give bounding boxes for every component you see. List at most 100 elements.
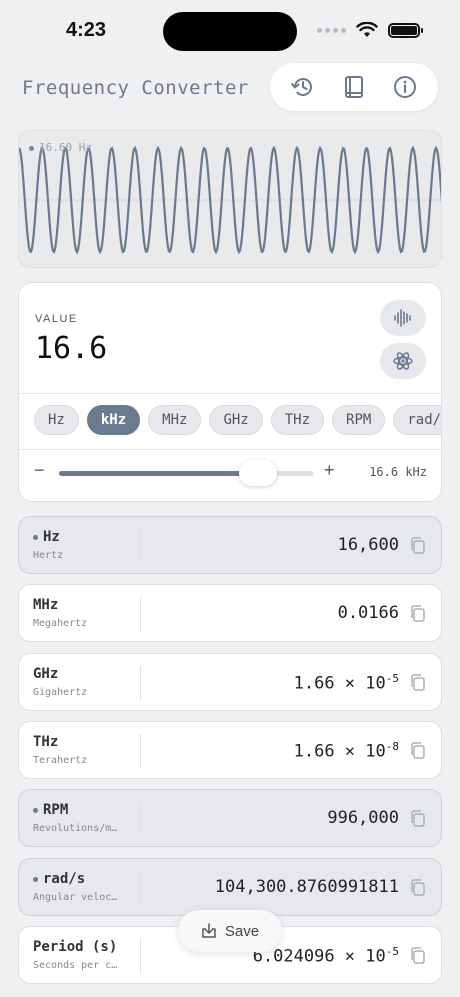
converted-value: 104,300.8760991811 xyxy=(215,877,399,897)
converted-value: 6.024096 × 10-5 xyxy=(253,945,399,967)
value-slider-row: − + 16.6 kHz xyxy=(19,451,441,501)
unit-description: Megahertz xyxy=(33,618,88,629)
result-row[interactable]: MHz Megahertz 0.0166 xyxy=(18,584,442,642)
unit-chip[interactable]: GHz xyxy=(209,405,263,435)
slider-thumb[interactable] xyxy=(238,460,277,486)
unit-name-text: MHz xyxy=(33,597,59,613)
divider xyxy=(140,597,141,631)
divider xyxy=(140,939,141,973)
unit-description: Seconds per c… xyxy=(33,960,118,971)
status-icons xyxy=(317,22,423,38)
value-input[interactable]: 16.6 xyxy=(35,331,107,366)
save-button[interactable]: Save xyxy=(178,910,282,952)
unit-chip[interactable]: RPM xyxy=(332,405,386,435)
copy-icon[interactable] xyxy=(409,536,427,556)
value-text: 104,300.8760991811 xyxy=(214,877,399,897)
unit-name: GHz xyxy=(33,666,58,682)
history-button[interactable] xyxy=(285,69,321,105)
cellular-icon xyxy=(317,27,346,33)
unit-description: Revolutions/m… xyxy=(33,823,118,834)
copy-icon[interactable] xyxy=(409,741,427,761)
decrement-button[interactable]: − xyxy=(34,460,45,481)
sound-wave-button[interactable] xyxy=(380,300,426,336)
unit-name-text: RPM xyxy=(43,802,69,818)
value-text: 996,000 xyxy=(327,808,399,828)
sound-wave-icon xyxy=(394,309,411,327)
unit-name: RPM xyxy=(33,802,68,818)
divider xyxy=(19,393,441,394)
selected-dot xyxy=(33,534,38,540)
result-row[interactable]: RPM Revolutions/m… 996,000 xyxy=(18,789,442,847)
unit-name-text: Period (s) xyxy=(33,939,118,955)
copy-icon[interactable] xyxy=(409,878,427,898)
result-row[interactable]: rad/s Angular veloc… 104,300.8760991811 xyxy=(18,858,442,916)
result-row[interactable]: THz Terahertz 1.66 × 10-8 xyxy=(18,721,442,779)
unit-chip[interactable]: THz xyxy=(270,405,325,435)
unit-description: Angular veloc… xyxy=(33,892,118,903)
converted-value: 16,600 xyxy=(338,535,399,555)
unit-name: Period (s) xyxy=(33,939,117,955)
unit-chip[interactable]: kHz xyxy=(86,405,141,435)
unit-name: Hz xyxy=(33,529,60,545)
unit-selector: HzkHzMHzGHzTHzRPMrad/s xyxy=(34,405,441,435)
result-row[interactable]: Hz Hertz 16,600 xyxy=(18,516,442,574)
waveform-panel: 16.60 Hz xyxy=(18,130,442,268)
value-mantissa: 1.66 × 10 xyxy=(293,673,386,694)
page-title: Frequency Converter xyxy=(22,77,249,99)
unit-description: Terahertz xyxy=(33,755,88,766)
converted-value: 996,000 xyxy=(327,808,399,828)
unit-name-text: rad/s xyxy=(43,871,86,887)
guide-button[interactable] xyxy=(336,69,372,105)
value-exponent: -8 xyxy=(385,740,399,753)
increment-button[interactable]: + xyxy=(324,460,335,481)
atom-icon xyxy=(393,352,413,370)
atom-button[interactable] xyxy=(380,343,426,379)
selected-dot xyxy=(33,807,38,813)
value-exponent: -5 xyxy=(385,945,399,958)
unit-description: Gigahertz xyxy=(33,687,88,698)
value-caption: VALUE xyxy=(35,313,78,325)
value-slider[interactable] xyxy=(59,460,314,486)
unit-name: rad/s xyxy=(33,871,85,887)
copy-icon[interactable] xyxy=(409,604,427,624)
divider xyxy=(140,529,141,563)
converted-value: 0.0166 xyxy=(338,603,399,623)
unit-name-text: Hz xyxy=(43,529,60,545)
book-icon xyxy=(344,76,363,98)
result-row[interactable]: GHz Gigahertz 1.66 × 10-5 xyxy=(18,653,442,711)
dynamic-island xyxy=(163,12,297,51)
divider xyxy=(140,871,141,905)
copy-icon[interactable] xyxy=(409,673,427,693)
unit-name: MHz xyxy=(33,597,58,613)
unit-name-text: GHz xyxy=(33,666,59,682)
wifi-icon xyxy=(356,22,378,37)
value-text: 16,600 xyxy=(337,535,399,555)
history-icon xyxy=(291,78,313,96)
value-mantissa: 1.66 × 10 xyxy=(293,741,386,762)
value-exponent: -5 xyxy=(385,672,399,685)
slider-readout: 16.6 kHz xyxy=(369,465,427,479)
copy-icon[interactable] xyxy=(409,946,427,966)
status-bar: 4:23 xyxy=(0,0,460,60)
save-label: Save xyxy=(224,922,260,940)
slider-fill xyxy=(59,471,258,476)
unit-chip[interactable]: rad/s xyxy=(393,405,441,435)
unit-name-text: THz xyxy=(33,734,59,750)
unit-description: Hertz xyxy=(33,550,64,561)
value-text: 0.0166 xyxy=(337,603,399,623)
converted-value: 1.66 × 10-8 xyxy=(294,740,399,762)
save-icon xyxy=(202,923,216,938)
divider xyxy=(140,734,141,768)
waveform-frequency-label: 16.60 Hz xyxy=(29,141,92,154)
divider xyxy=(19,449,441,450)
value-mantissa: 6.024096 × 10 xyxy=(252,946,386,967)
unit-chip[interactable]: MHz xyxy=(148,405,202,435)
converted-value: 1.66 × 10-5 xyxy=(294,672,399,694)
copy-icon[interactable] xyxy=(409,809,427,829)
value-input-card: VALUE 16.6 HzkHzMHzGHzTHzRPMrad/s − xyxy=(18,282,442,502)
info-button[interactable] xyxy=(387,69,423,105)
unit-name: THz xyxy=(33,734,58,750)
unit-chip[interactable]: Hz xyxy=(34,405,79,435)
header-toolbar xyxy=(270,63,438,111)
info-icon xyxy=(393,76,416,98)
